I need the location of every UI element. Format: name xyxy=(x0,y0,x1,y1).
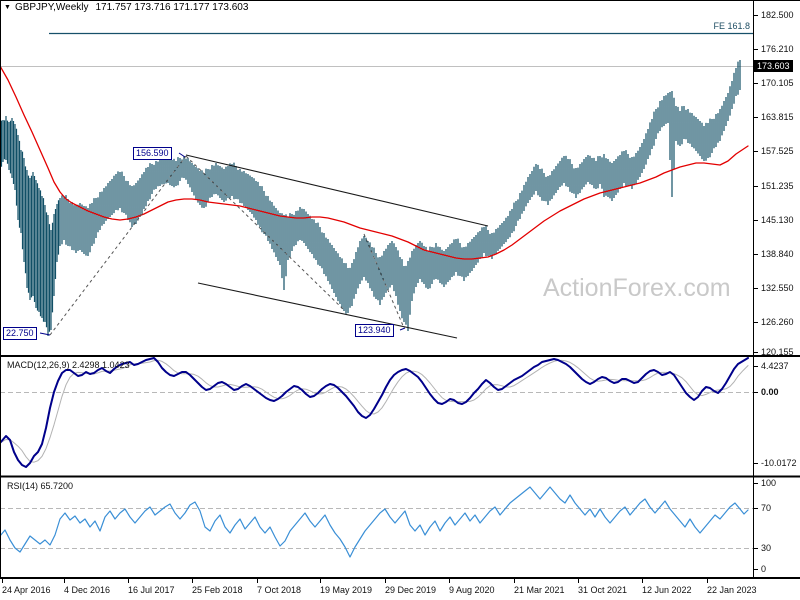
chart-window: ActionForex.com ▼GBPJPY,Weekly171.757 17… xyxy=(0,0,800,600)
date-tick-label: 16 Jul 2017 xyxy=(128,585,175,595)
rsi-axis-label: 100 xyxy=(761,478,776,488)
rsi-axis-label: 0 xyxy=(761,564,766,574)
macd-axis-label: 4.4237 xyxy=(761,361,789,371)
date-tick-label: 21 Mar 2021 xyxy=(514,585,565,595)
macd-indicator-label: MACD(12,26,9) 2.4298 1.0423 xyxy=(7,360,130,370)
date-tick-label: 9 Aug 2020 xyxy=(449,585,495,595)
ohlc-readout: 171.757 173.716 171.177 173.603 xyxy=(96,2,249,13)
chart-title: ▼ GBPJPY,Weekly 171.757 173.716 171.177 17… xyxy=(4,2,248,13)
price-annotation-low-mid[interactable]: 123.940 xyxy=(355,324,394,337)
price-annotation-peak[interactable]: 156.590 xyxy=(133,147,172,160)
price-axis-label: 182.500 xyxy=(761,10,794,20)
fib-extension-label[interactable]: FE 161.8 xyxy=(690,21,750,31)
price-axis-label: 163.815 xyxy=(761,112,794,122)
symbol-timeframe: GBPJPY,Weekly xyxy=(15,2,89,13)
price-axis-label: 126.260 xyxy=(761,317,794,327)
date-tick-label: 25 Feb 2018 xyxy=(192,585,243,595)
date-tick-label: 12 Jun 2022 xyxy=(642,585,692,595)
date-tick-label: 4 Dec 2016 xyxy=(64,585,110,595)
date-tick-label: 7 Oct 2018 xyxy=(257,585,301,595)
date-tick-label: 31 Oct 2021 xyxy=(578,585,627,595)
current-price-badge: 173.603 xyxy=(754,60,793,72)
macd-axis-label: -10.0172 xyxy=(761,458,797,468)
rsi-axis-label: 30 xyxy=(761,543,771,553)
price-axis-label: 145.130 xyxy=(761,215,794,225)
date-tick-label: 29 Dec 2019 xyxy=(385,585,436,595)
price-axis-label: 151.235 xyxy=(761,181,794,191)
rsi-indicator-label: RSI(14) 65.7200 xyxy=(7,481,73,491)
date-tick-label: 19 May 2019 xyxy=(320,585,372,595)
price-axis-label: 132.550 xyxy=(761,283,794,293)
price-axis-label: 176.210 xyxy=(761,44,794,54)
chart-canvas xyxy=(0,0,800,600)
price-axis-label: 170.105 xyxy=(761,78,794,88)
price-annotation-low-left[interactable]: 22.750 xyxy=(3,327,37,340)
price-axis-label: 120.155 xyxy=(761,347,794,357)
price-axis-label: 157.525 xyxy=(761,146,794,156)
rsi-axis-label: 70 xyxy=(761,503,771,513)
date-tick-label: 24 Apr 2016 xyxy=(2,585,51,595)
dropdown-arrow-icon[interactable]: ▼ xyxy=(4,4,11,11)
date-tick-label: 22 Jan 2023 xyxy=(707,585,757,595)
macd-axis-label: 0.00 xyxy=(761,387,779,397)
price-axis-label: 138.840 xyxy=(761,249,794,259)
